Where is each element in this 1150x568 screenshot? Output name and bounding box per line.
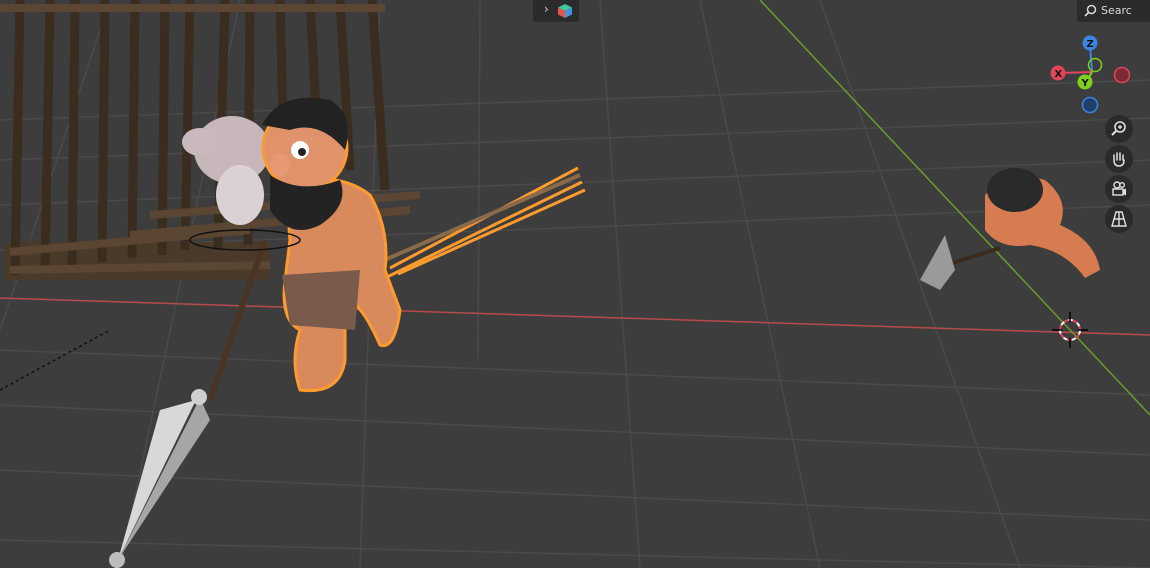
pan-button[interactable] [1105,145,1133,173]
second-caveman[interactable] [920,168,1100,290]
gizmo-neg-y[interactable] [1087,57,1103,73]
search-label: Searc [1101,4,1132,17]
camera-icon [1112,181,1126,196]
scene-canvas[interactable] [0,0,1150,568]
gizmo-y-label: Y [1081,78,1090,89]
floor-grid [0,0,1150,568]
chevron-right-icon[interactable]: › [544,2,549,16]
gizmo-neg-z[interactable] [1081,96,1099,114]
cube-icon [558,4,572,18]
gizmo-z-label: Z [1087,39,1094,50]
relationship-line [0,329,111,391]
search-icon [1084,4,1097,17]
grid-ortho-icon [1111,211,1127,227]
camera-view-button[interactable] [1105,175,1133,203]
perspective-toggle-button[interactable] [1105,205,1133,233]
navigation-gizmo[interactable]: Z X Y [1050,35,1135,115]
3d-viewport[interactable]: › Searc Z X Y [0,0,1150,568]
hand-pan-icon [1113,152,1125,167]
zoom-icon [1111,121,1126,136]
zoom-button[interactable] [1105,115,1133,143]
gizmo-neg-x[interactable] [1113,66,1131,84]
outliner-search[interactable]: Searc [1077,0,1150,22]
gizmo-x-label: X [1055,69,1063,80]
editor-type-menu[interactable]: › [533,0,579,22]
